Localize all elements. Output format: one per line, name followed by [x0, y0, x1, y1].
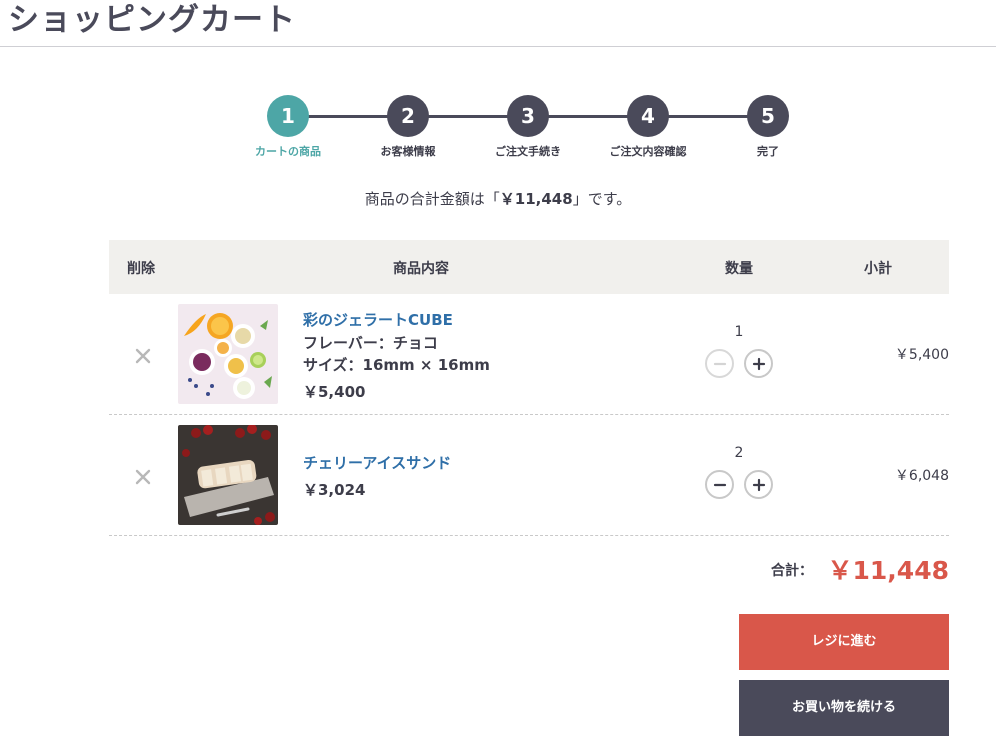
step-label: 完了 — [757, 145, 779, 158]
product-name-link[interactable]: チェリーアイスサンド — [303, 452, 451, 473]
product-price: ￥3,024 — [303, 481, 366, 499]
product-price: ￥5,400 — [303, 383, 366, 401]
cart-total-amount: ￥11,448 — [499, 190, 573, 208]
step-label: お客様情報 — [380, 145, 436, 158]
product-flavor: フレーバー：チョコ — [303, 334, 438, 352]
plus-icon — [752, 478, 765, 491]
cart-total-message: 商品の合計金額は「￥11,448」です。 — [364, 190, 632, 208]
grand-total-label: 合計： — [771, 563, 813, 579]
step-number: 2 — [387, 95, 429, 137]
table-row: 彩のジェラートCUBE フレーバー：チョコ サイズ：16mm × 16mm ￥5… — [109, 294, 949, 415]
product-name-link[interactable]: 彩のジェラートCUBE — [303, 309, 453, 330]
decrement-button[interactable] — [705, 349, 734, 378]
row-subtotal: ￥5,400 — [894, 347, 949, 363]
close-icon[interactable] — [134, 468, 152, 486]
product-image[interactable] — [178, 304, 278, 404]
quantity-stepper: 2 — [689, 445, 789, 499]
minus-icon — [713, 362, 726, 365]
row-subtotal: ￥6,048 — [894, 468, 949, 484]
step-order-confirm: 4 ご注文内容確認 — [578, 95, 718, 159]
increment-button[interactable] — [744, 470, 773, 499]
step-label: ご注文手続き — [495, 145, 561, 158]
step-label: カートの商品 — [255, 145, 321, 158]
step-cart: 1 カートの商品 — [218, 95, 358, 159]
step-number: 5 — [747, 95, 789, 137]
title-divider — [0, 46, 996, 47]
step-number: 4 — [627, 95, 669, 137]
page-title: ショッピングカート — [8, 2, 296, 38]
step-order-procedure: 3 ご注文手続き — [458, 95, 598, 159]
quantity-stepper: 1 — [689, 324, 789, 378]
table-header: 削除 商品内容 数量 小計 — [109, 240, 949, 294]
decrement-button[interactable] — [705, 470, 734, 499]
quantity-value: 2 — [734, 445, 744, 461]
step-customer-info: 2 お客様情報 — [338, 95, 478, 159]
header-delete: 削除 — [127, 261, 155, 277]
step-number: 1 — [267, 95, 309, 137]
quantity-value: 1 — [734, 324, 744, 340]
step-number: 3 — [507, 95, 549, 137]
plus-icon — [752, 357, 765, 370]
continue-shopping-button[interactable]: お買い物を続ける — [739, 680, 949, 736]
increment-button[interactable] — [744, 349, 773, 378]
checkout-steps: 1 カートの商品 2 お客様情報 3 ご注文手続き 4 ご注文内容確認 5 完了 — [0, 95, 996, 165]
step-label: ご注文内容確認 — [609, 145, 687, 158]
checkout-button[interactable]: レジに進む — [739, 614, 949, 670]
grand-total-value: ￥11,448 — [827, 556, 949, 585]
header-subtotal: 小計 — [864, 261, 892, 277]
header-item: 商品内容 — [393, 261, 449, 277]
close-icon[interactable] — [134, 347, 152, 365]
cart-table: 削除 商品内容 数量 小計 彩のジェラートCUBE フレーバー：チョコ サイズ：… — [109, 240, 949, 536]
product-image[interactable] — [178, 425, 278, 525]
minus-icon — [713, 483, 726, 486]
product-size: サイズ：16mm × 16mm — [303, 356, 490, 374]
table-row: チェリーアイスサンド ￥3,024 2 ￥6,048 — [109, 415, 949, 536]
step-complete: 5 完了 — [698, 95, 838, 159]
header-quantity: 数量 — [725, 261, 753, 277]
